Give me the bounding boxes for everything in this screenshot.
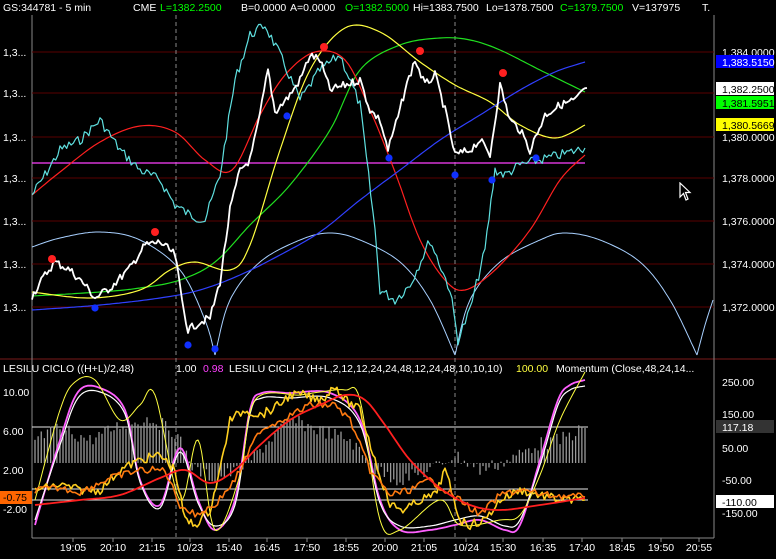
time-tick: 19:05 [60,542,86,554]
time-tick: 20:00 [372,542,398,554]
price-tick-left: 1,3... [3,88,26,100]
osc-tick-right: 150.00 [722,409,754,421]
indicator-2-value: 100.00 [516,363,549,375]
swing-high-dot [320,43,328,51]
time-tick: 21:15 [139,542,165,554]
price-tick-left: 1,3... [3,259,26,271]
time-tick: 20:10 [100,542,126,554]
osc-tick-right: 250.00 [722,377,754,389]
time-tick: 15:30 [490,542,516,554]
swing-low-dot [451,171,459,179]
price-tick-right: 1,378.0000 [722,173,775,185]
symbol-label: GS:344781 - 5 min [3,2,92,14]
time-tick: 16:35 [530,542,556,554]
open-price: O=1382.5000 [345,2,409,14]
time-tick: 18:45 [609,542,635,554]
close-price: C=1379.7500 [560,2,624,14]
swing-low-dot [91,304,99,312]
price-tick-left: 1,3... [3,302,26,314]
time-tick: 18:55 [333,542,359,554]
price-label: 1,383.5150 [722,57,775,69]
time-tick: 16:45 [254,542,280,554]
osc-tick-left: -2.00 [3,504,27,516]
time-tick: 17:40 [569,542,595,554]
price-label: 1,381.5951 [722,98,775,110]
chart-canvas[interactable]: 1,3... 1,3... 1,3... 1,3... 1,3... 1,3... 1,3.… [0,0,776,556]
header-trail: T. [702,2,711,14]
swing-low-dot [532,154,540,162]
indicator-2-label: LESILU CICLI 2 (H+L,2,12,12,24,24,48,12,… [229,363,503,375]
swing-low-dot [385,154,393,162]
osc-label: -110.00 [722,497,757,509]
quote-header: GS:344781 - 5 min CME L=1382.2500 B=0.00… [0,2,776,16]
swing-low-dot [488,176,496,184]
swing-low-dot [283,112,291,120]
osc-tick-left: 10.00 [3,387,29,399]
mouse-cursor-icon [679,181,693,205]
high-price: Hi=1383.7500 [413,2,479,14]
osc-tick-right: -150.00 [722,508,758,520]
price-tick-right: 1,380.0000 [722,132,775,144]
time-tick: 10/23 [177,542,203,554]
indicator-1-label: LESILU CICLO ((H+L)/2,48) [3,363,135,375]
indicator-1-value-a: 1.00 [176,363,197,375]
swing-high-dot [499,69,507,77]
osc-tick-right: 50.00 [722,443,748,455]
price-tick-left: 1,3... [3,132,26,144]
time-tick: 19:50 [648,542,674,554]
price-label: 1,382.2500 [722,84,775,96]
price-tick-right: 1,376.0000 [722,216,775,228]
price-tick-right: 1,374.0000 [722,259,775,271]
swing-high-dot [416,47,424,55]
time-tick: 10/24 [453,542,479,554]
swing-low-dot [211,345,219,353]
swing-high-dot [151,228,159,236]
indicator-header: LESILU CICLO ((H+L)/2,48) 1.00 0.98 LESI… [0,363,700,377]
indicator-3-label: Momentum (Close,48,24,14... [556,363,695,375]
bid-price: B=0.0000 [241,2,287,14]
price-tick-left: 1,3... [3,216,26,228]
time-tick: 20:55 [686,542,712,554]
chart-window[interactable]: 1,3... 1,3... 1,3... 1,3... 1,3... 1,3... 1,3.… [0,0,776,556]
osc-tick-left: 6.00 [3,426,24,438]
last-price: L=1382.2500 [160,2,222,14]
osc-tick-right: -50.00 [722,475,752,487]
osc-tick-left: 2.00 [3,465,24,477]
osc-label: 117.18 [722,422,753,434]
price-label: 1,380.5669 [722,120,775,132]
indicator-1-value-b: 0.98 [203,363,224,375]
price-tick-right: 1,372.0000 [722,302,775,314]
time-tick: 21:05 [411,542,437,554]
price-tick-left: 1,3... [3,173,26,185]
price-tick-left: 1,3... [3,47,26,59]
low-price: Lo=1378.7500 [486,2,554,14]
exchange-label: CME [133,2,157,14]
swing-high-dot [48,255,56,263]
swing-low-dot [184,341,192,349]
volume-label: V=137975 [632,2,681,14]
ask-price: A=0.0000 [290,2,336,14]
time-tick: 17:50 [294,542,320,554]
time-tick: 15:40 [216,542,242,554]
osc-left-label: -0.75 [3,492,27,504]
background [0,0,776,556]
